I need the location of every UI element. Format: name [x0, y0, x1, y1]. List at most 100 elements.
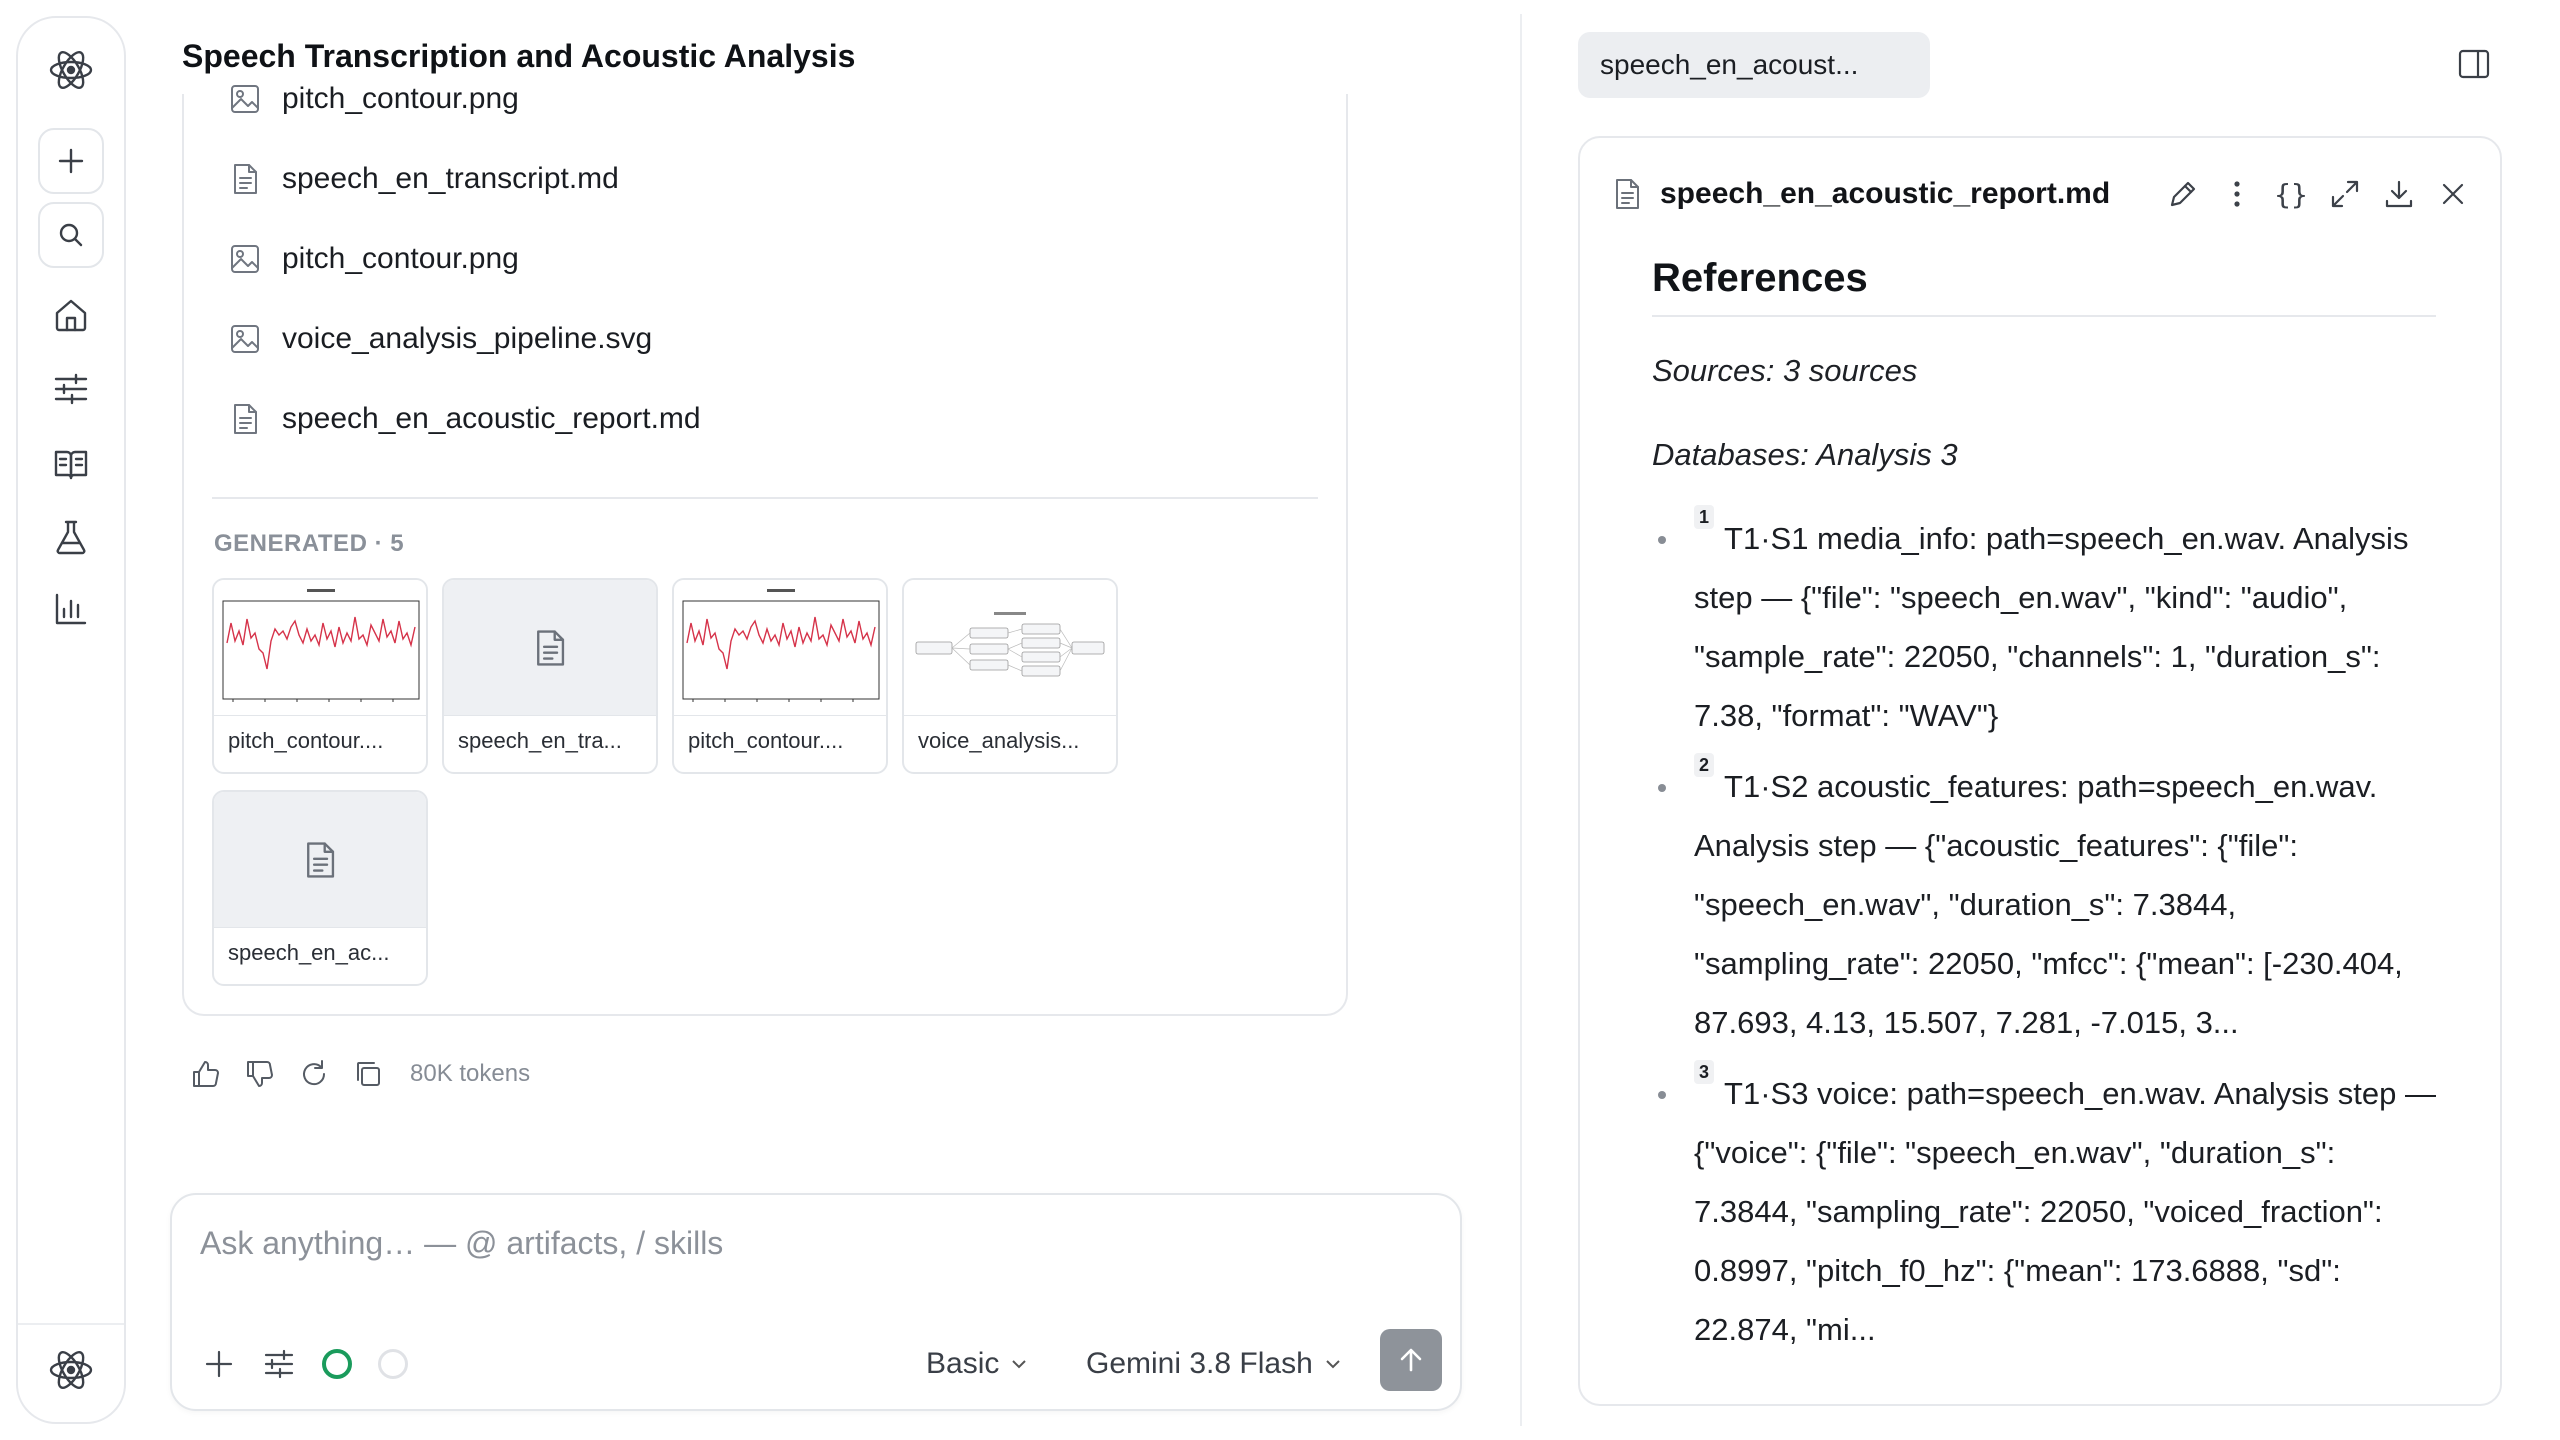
file-item[interactable]: speech_en_transcript.md [228, 162, 619, 196]
atom-logo-icon[interactable] [47, 46, 95, 94]
file-item[interactable]: voice_analysis_pipeline.svg [228, 322, 652, 356]
viewer-header: speech_en_acoustic_report.md {} [1610, 164, 2470, 224]
reference-text: T1·S3 voice: path=speech_en.wav. Analysi… [1694, 1076, 2436, 1347]
composer-tools [202, 1347, 408, 1381]
thumbs-down-icon[interactable] [244, 1058, 276, 1090]
mode-label: Basic [926, 1347, 1000, 1380]
panel-toggle-button[interactable] [2456, 46, 2492, 87]
expand-icon[interactable] [2328, 177, 2362, 211]
doc-preview [444, 580, 656, 716]
message-input[interactable]: Ask anything… — @ artifacts, / skills [200, 1225, 723, 1262]
mode-selector[interactable]: Basic [926, 1347, 1029, 1381]
rail-divider [18, 1323, 124, 1325]
regenerate-icon[interactable] [298, 1058, 330, 1090]
token-count: 80K tokens [410, 1060, 531, 1087]
pitch-chart-preview [674, 580, 886, 716]
thumbnail-caption: voice_analysis... [918, 728, 1080, 753]
file-name: pitch_contour.png [282, 242, 519, 275]
copy-icon[interactable] [352, 1058, 384, 1090]
chevron-down-icon [1012, 1360, 1027, 1369]
atom-profile-icon[interactable] [47, 1346, 95, 1394]
left-rail [16, 16, 126, 1424]
pitch-chart-image [682, 588, 880, 702]
file-name: pitch_contour.png [282, 82, 519, 115]
send-button[interactable] [1380, 1329, 1442, 1391]
reference-text: T1·S2 acoustic_features: path=speech_en.… [1694, 769, 2403, 1040]
plus-icon[interactable] [202, 1347, 236, 1381]
thumbnail-caption: pitch_contour.... [688, 728, 844, 753]
bar-chart-icon[interactable] [52, 590, 90, 628]
databases-line: Databases: Analysis 3 [1652, 437, 1958, 472]
chevron-down-icon [1326, 1360, 1340, 1369]
thumbnail-caption: pitch_contour.... [228, 728, 384, 753]
reference-item: 2T1·S2 acoustic_features: path=speech_en… [1652, 753, 2436, 1052]
code-braces-icon[interactable]: {} [2274, 178, 2308, 211]
loading-spinner-icon [378, 1349, 408, 1379]
thumbnail-caption: speech_en_tra... [458, 728, 622, 753]
book-icon[interactable] [52, 444, 90, 482]
pitch-chart-preview [214, 580, 426, 716]
search-button[interactable] [38, 202, 104, 268]
pipeline-diagram-preview [904, 580, 1116, 716]
document-icon [1616, 179, 1639, 209]
artifact-card: pitch_contour.png speech_en_transcript.m… [182, 82, 1348, 1016]
new-chat-button[interactable] [38, 128, 104, 194]
sliders-icon[interactable] [52, 370, 90, 408]
image-file-icon [231, 85, 259, 113]
sources-line: Sources: 3 sources [1652, 353, 1918, 388]
file-item[interactable]: speech_en_acoustic_report.md [228, 402, 701, 436]
thumbnail-caption: speech_en_ac... [228, 940, 390, 965]
download-icon[interactable] [2382, 177, 2416, 211]
document-icon [537, 629, 565, 666]
chat-title: Speech Transcription and Acoustic Analys… [182, 38, 856, 74]
file-name: speech_en_transcript.md [282, 162, 619, 195]
document-content: References Sources: 3 sources Databases:… [1652, 256, 2436, 1371]
message-actions: 80K tokens [190, 1058, 530, 1090]
section-heading: References [1652, 256, 2436, 317]
viewer-filename: speech_en_acoustic_report.md [1660, 177, 2111, 210]
panel-splitter[interactable] [1520, 14, 1522, 1426]
file-item[interactable]: pitch_contour.png [228, 242, 519, 276]
artifact-thumbnail[interactable]: voice_analysis... [902, 578, 1118, 774]
home-icon[interactable] [52, 296, 90, 334]
reference-list: 1T1·S1 media_info: path=speech_en.wav. A… [1652, 505, 2436, 1359]
document-icon [307, 841, 335, 878]
artifact-thumbnail[interactable]: speech_en_tra... [442, 578, 658, 774]
section-divider [212, 497, 1318, 499]
thumbs-up-icon[interactable] [190, 1058, 222, 1090]
artifact-thumbnail[interactable]: pitch_contour.... [672, 578, 888, 774]
document-file-icon [234, 164, 257, 194]
image-file-icon [231, 245, 259, 273]
document-viewer: speech_en_acoustic_report.md {} Referenc… [1578, 136, 2502, 1406]
artifact-thumbnail[interactable]: speech_en_ac... [212, 790, 428, 986]
sidebar-panel-icon [2458, 49, 2490, 79]
more-vertical-icon[interactable] [2220, 177, 2254, 211]
search-icon [59, 223, 83, 247]
model-selector[interactable]: Gemini 3.8 Flash [1086, 1347, 1343, 1381]
generated-label: GENERATED · 5 [214, 530, 405, 557]
file-name: voice_analysis_pipeline.svg [282, 322, 653, 355]
artifact-thumbnail[interactable]: pitch_contour.... [212, 578, 428, 774]
doc-preview [214, 792, 426, 928]
document-file-icon [234, 404, 257, 434]
sliders-icon[interactable] [262, 1347, 296, 1381]
reference-item: 1T1·S1 media_info: path=speech_en.wav. A… [1652, 505, 2436, 745]
close-icon[interactable] [2436, 177, 2470, 211]
reference-number[interactable]: 3 [1694, 1060, 1715, 1084]
model-label: Gemini 3.8 Flash [1086, 1347, 1313, 1380]
flask-icon[interactable] [52, 518, 90, 556]
file-item[interactable]: pitch_contour.png [228, 82, 519, 116]
reference-item: 3T1·S3 voice: path=speech_en.wav. Analys… [1652, 1060, 2436, 1359]
pitch-chart-image [222, 588, 420, 702]
artifact-tab[interactable]: speech_en_acoust... [1578, 32, 1930, 98]
plus-icon [58, 148, 84, 174]
reference-number[interactable]: 2 [1694, 753, 1715, 777]
pipeline-diagram-image [915, 611, 1105, 676]
viewer-toolbar: {} [2166, 177, 2470, 211]
file-name: speech_en_acoustic_report.md [282, 402, 701, 435]
reference-text: T1·S1 media_info: path=speech_en.wav. An… [1694, 521, 2409, 733]
status-ring-icon[interactable] [322, 1349, 352, 1379]
pencil-icon[interactable] [2166, 177, 2200, 211]
reference-number[interactable]: 1 [1694, 505, 1715, 529]
arrow-up-icon [1400, 1348, 1422, 1372]
